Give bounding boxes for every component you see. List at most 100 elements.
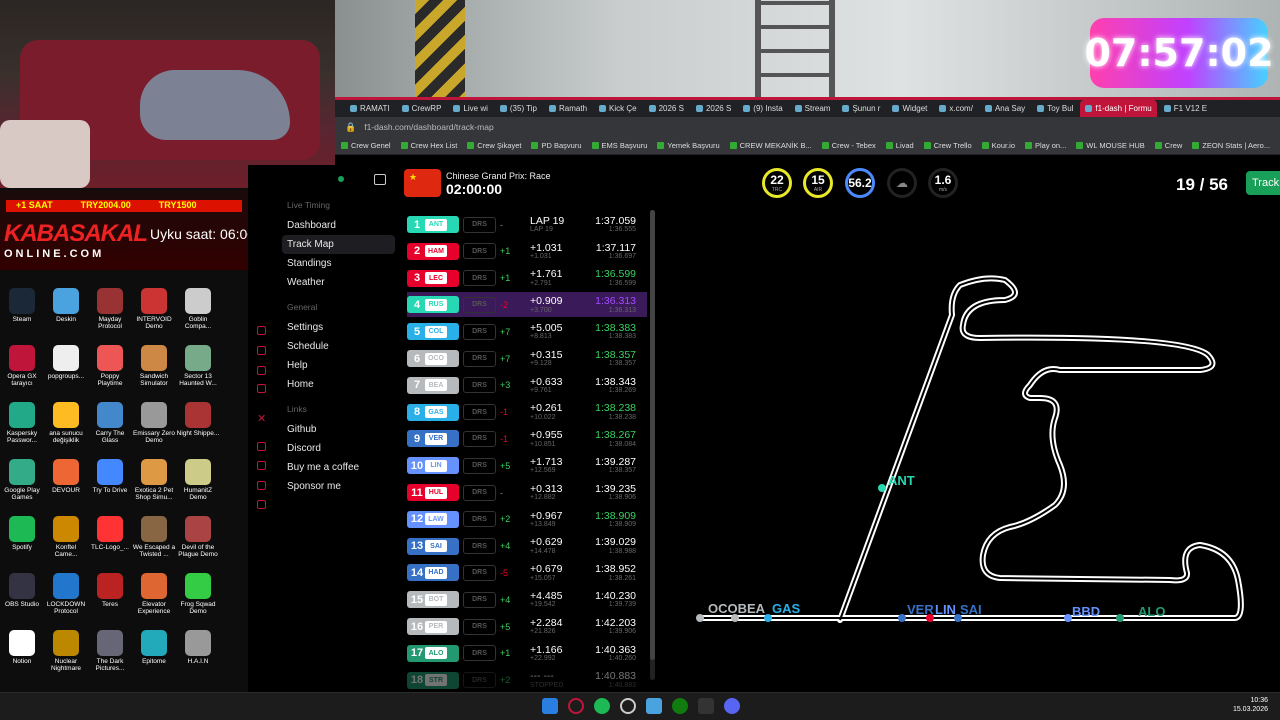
app-icon[interactable]	[646, 698, 662, 714]
desktop-icon[interactable]: Night Shippe...	[176, 402, 220, 437]
xbox-icon[interactable]	[672, 698, 688, 714]
browser-tab[interactable]: (9) Insta	[738, 100, 787, 117]
car-marker[interactable]	[764, 614, 772, 622]
bookmark-item[interactable]: Yemek Başvuru	[657, 141, 720, 150]
desktop-icon[interactable]: Poppy Playtime	[88, 345, 132, 388]
sidebar-nav-icon[interactable]	[257, 366, 266, 375]
driver-row[interactable]: 18 STR DRS +2 --- --- STOPPED 1:40.883 1:40.883	[407, 668, 647, 693]
spotify-icon[interactable]	[594, 698, 610, 714]
desktop-icon[interactable]: Notion	[0, 630, 44, 665]
sidebar-item-standings[interactable]: Standings	[282, 254, 395, 273]
car-marker[interactable]	[898, 614, 906, 622]
browser-tab[interactable]: Widget	[887, 100, 932, 117]
desktop-icon[interactable]: Spotify	[0, 516, 44, 551]
desktop-icon[interactable]: Devil of the Plague Demo	[176, 516, 220, 559]
bookmark-item[interactable]: Crew Trello	[923, 141, 972, 150]
desktop-icon[interactable]: Frog Sqwad Demo	[176, 573, 220, 616]
desktop-icon[interactable]: ana sunucu değişiklik	[44, 402, 88, 445]
browser-tab[interactable]: Live wi	[448, 100, 492, 117]
x-twitter-icon[interactable]: ✕	[257, 412, 266, 425]
bookmark-item[interactable]: Play on...	[1025, 141, 1066, 150]
browser-tab[interactable]: 2026 S	[691, 100, 736, 117]
desktop-icon[interactable]: Opera GX tarayıcı	[0, 345, 44, 388]
driver-row[interactable]: 16 PER DRS +5 +2.284 +21.826 1:42.203 1:39.906	[407, 614, 647, 639]
desktop-icon[interactable]: Epitome	[132, 630, 176, 665]
car-marker[interactable]	[1116, 614, 1124, 622]
sidebar-nav-icon[interactable]	[257, 500, 266, 509]
desktop-icon[interactable]: Sandwich Simulator	[132, 345, 176, 388]
desktop-icon[interactable]: HumanitZ Demo	[176, 459, 220, 502]
sidebar-link-sponsor-me[interactable]: Sponsor me	[282, 477, 395, 496]
url-text[interactable]: f1-dash.com/dashboard/track-map	[364, 122, 493, 132]
car-marker[interactable]	[696, 614, 704, 622]
track-status-button[interactable]: Track	[1246, 171, 1280, 195]
car-marker[interactable]	[1064, 614, 1072, 622]
browser-tab[interactable]: Ramath	[544, 100, 592, 117]
desktop-icon[interactable]: Google Play Games	[0, 459, 44, 502]
sidebar-link-github[interactable]: Github	[282, 420, 395, 439]
driver-row[interactable]: 10 LIN DRS +5 +1.713 +12.569 1:39.287 1:38.357	[407, 453, 647, 478]
driver-row[interactable]: 4 RUS DRS -2 +0.909 +3.700 1:36.313 1:36.313	[407, 292, 647, 318]
bookmark-item[interactable]: Crew Hex List	[400, 141, 457, 150]
driver-row[interactable]: 3 LEC DRS +1 +1.761 +2.791 1:36.599 1:36.599	[407, 266, 647, 291]
sidebar-link-discord[interactable]: Discord	[282, 439, 395, 458]
driver-row[interactable]: 1 ANT DRS - LAP 19 LAP 19 1:37.059 1:36.555	[407, 212, 647, 237]
sidebar-link-buy-me-a-coffee[interactable]: Buy me a coffee	[282, 458, 395, 477]
driver-row[interactable]: 6 OCO DRS +7 +0.315 +9.128 1:38.357 1:38.357	[407, 346, 647, 371]
bookmark-item[interactable]: ZEON Stats | Aero...	[1192, 141, 1270, 150]
desktop-icon[interactable]: OBS Studio	[0, 573, 44, 608]
desktop-icon[interactable]: Sector 13 Haunted W...	[176, 345, 220, 388]
driver-row[interactable]: 15 BOT DRS +4 +4.485 +19.542 1:40.230 1:39.739	[407, 587, 647, 612]
browser-tab[interactable]: CrewRP	[397, 100, 447, 117]
car-marker[interactable]	[878, 484, 886, 492]
desktop-icon[interactable]: TLC-Logo_...	[88, 516, 132, 551]
browser-tab[interactable]: Ana Say	[980, 100, 1030, 117]
desktop-icon[interactable]: Nuclear Nightmare	[44, 630, 88, 673]
browser-tab[interactable]: Stream	[790, 100, 836, 117]
bookmark-item[interactable]: CREW MEKANİK B...	[729, 141, 812, 150]
desktop-icon[interactable]: INTERVOID Demo	[132, 288, 176, 331]
sidebar-item-help[interactable]: Help	[282, 356, 395, 375]
browser-tab[interactable]: RAMATI	[345, 100, 395, 117]
sidebar-item-weather[interactable]: Weather	[282, 273, 395, 292]
desktop-icon[interactable]: Goblin Compa...	[176, 288, 220, 331]
desktop-icon[interactable]: Carry The Glass	[88, 402, 132, 445]
browser-tab[interactable]: x.com/	[934, 100, 978, 117]
leaderboard-scrollbar[interactable]	[650, 210, 655, 680]
bookmark-item[interactable]: Crew Genel	[341, 141, 391, 150]
driver-row[interactable]: 5 COL DRS +7 +5.005 +8.813 1:38.383 1:38.383	[407, 319, 647, 344]
sidebar-toggle-icon[interactable]	[374, 174, 386, 185]
driver-row[interactable]: 12 LAW DRS +2 +0.967 +13.849 1:38.909 1:38.909	[407, 507, 647, 532]
sidebar-item-dashboard[interactable]: Dashboard	[282, 216, 395, 235]
desktop-icon[interactable]: Steam	[0, 288, 44, 323]
bookmark-item[interactable]: Livad	[885, 141, 914, 150]
driver-row[interactable]: 11 HUL DRS - +0.313 +12.882 1:39.235 1:38.906	[407, 480, 647, 505]
sidebar-item-home[interactable]: Home	[282, 375, 395, 394]
sidebar-nav-icon[interactable]	[257, 461, 266, 470]
address-bar[interactable]: 🔒 f1-dash.com/dashboard/track-map	[335, 117, 1280, 137]
browser-tab[interactable]: Kick Çe	[594, 100, 642, 117]
desktop-icon[interactable]: We Escaped a Twisted ...	[132, 516, 176, 559]
desktop-icon[interactable]: Emissary Zero Demo	[132, 402, 176, 445]
bookmark-item[interactable]: Kour.io	[981, 141, 1015, 150]
desktop-icon[interactable]: Teres	[88, 573, 132, 608]
driver-row[interactable]: 8 GAS DRS -1 +0.261 +10.022 1:38.238 1:38.238	[407, 400, 647, 425]
scroll-thumb[interactable]	[650, 210, 655, 660]
driver-row[interactable]: 2 HAM DRS +1 +1.031 +1.031 1:37.117 1:36.697	[407, 239, 647, 264]
desktop-icon[interactable]: H.A.I.N	[176, 630, 220, 665]
desktop-icon[interactable]: LOCKDOWN Protocol	[44, 573, 88, 616]
browser-tab[interactable]: f1-dash | Formu	[1080, 100, 1157, 117]
opera-gx-icon[interactable]	[568, 698, 584, 714]
browser-tab[interactable]: (35) Tip	[495, 100, 542, 117]
bookmark-item[interactable]: Crew	[1154, 141, 1182, 150]
system-clock[interactable]: 10:36 15.03.2026	[1233, 696, 1268, 714]
desktop-icon[interactable]: Deskin	[44, 288, 88, 323]
desktop-icon[interactable]: Try To Drive	[88, 459, 132, 494]
bookmark-item[interactable]: EMS Başvuru	[591, 141, 647, 150]
desktop-icon[interactable]: Elevator Experience	[132, 573, 176, 616]
desktop-icon[interactable]: DEVOUR	[44, 459, 88, 494]
desktop-icon[interactable]: Exotica 2 Pet Shop Simu...	[132, 459, 176, 502]
desktop-icon[interactable]: The Dark Pictures...	[88, 630, 132, 673]
sidebar-nav-icon[interactable]	[257, 481, 266, 490]
bookmark-item[interactable]: Crew - Tebex	[821, 141, 876, 150]
